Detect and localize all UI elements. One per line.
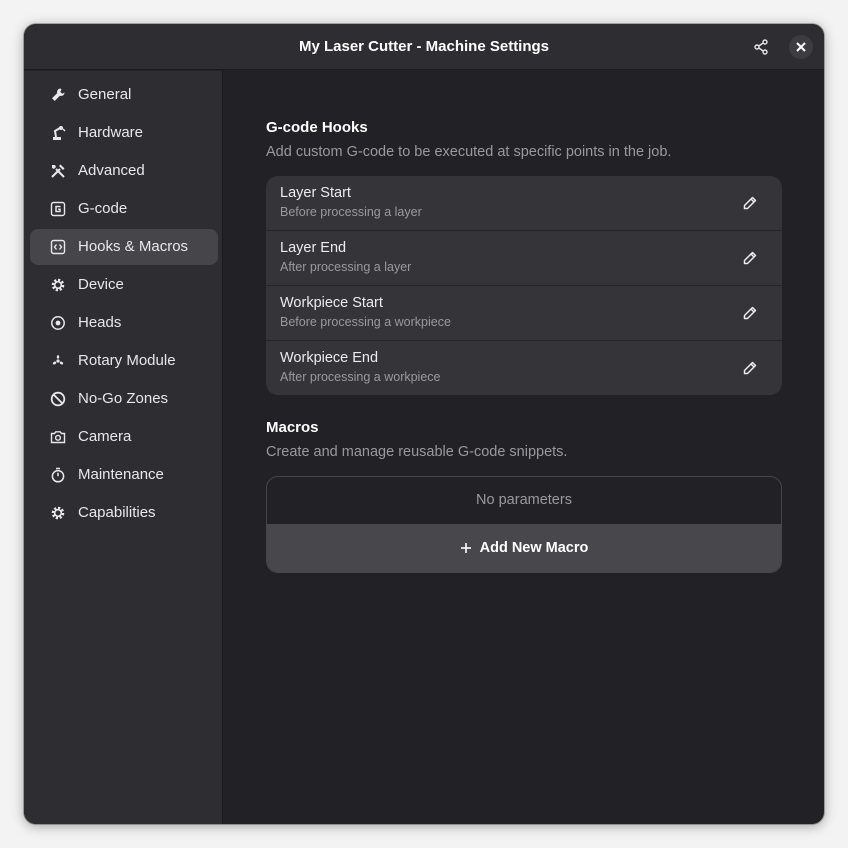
window-title: My Laser Cutter - Machine Settings: [298, 38, 550, 55]
hooks-list: Layer Start Before processing a layer La…: [266, 176, 782, 395]
sidebar-item-camera[interactable]: Camera: [30, 419, 218, 455]
hook-subtitle: After processing a layer: [280, 260, 412, 274]
code-brackets-icon: [50, 239, 66, 255]
macros-empty-text: No parameters: [476, 492, 572, 508]
share-icon: [754, 39, 768, 55]
sidebar-item-label: No-Go Zones: [78, 390, 169, 407]
edit-hook-button[interactable]: [740, 193, 760, 213]
add-new-macro-button[interactable]: Add New Macro: [267, 524, 781, 572]
hook-title: Layer Start: [280, 185, 351, 201]
hook-row-layer-start[interactable]: Layer Start Before processing a layer: [266, 176, 782, 231]
sidebar-item-label: General: [78, 86, 132, 103]
sidebar: General Hardware Advanced G-code Hooks &: [24, 71, 223, 824]
sidebar-item-rotary-module[interactable]: Rotary Module: [30, 343, 218, 379]
sidebar-item-label: Rotary Module: [78, 352, 176, 369]
sidebar-item-label: Hooks & Macros: [78, 238, 189, 255]
gear-icon: [50, 505, 66, 521]
pencil-icon: [743, 306, 757, 320]
stopwatch-icon: [50, 467, 66, 483]
sidebar-item-label: Heads: [78, 314, 122, 331]
hook-subtitle: Before processing a workpiece: [280, 315, 451, 329]
sidebar-item-maintenance[interactable]: Maintenance: [30, 457, 218, 493]
pencil-icon: [743, 196, 757, 210]
sidebar-item-gcode[interactable]: G-code: [30, 191, 218, 227]
hook-title: Workpiece Start: [280, 295, 383, 311]
share-button[interactable]: [749, 35, 773, 59]
rotary-icon: [50, 353, 66, 369]
macros-list: No parameters Add New Macro: [266, 476, 782, 573]
hook-title: Layer End: [280, 240, 347, 256]
sidebar-item-label: Advanced: [78, 162, 145, 179]
camera-icon: [50, 429, 66, 445]
pencil-icon: [743, 251, 757, 265]
edit-hook-button[interactable]: [740, 358, 760, 378]
gear-icon: [50, 277, 66, 293]
prohibited-icon: [50, 391, 66, 407]
macros-section-title: Macros: [266, 419, 319, 436]
target-icon: [50, 315, 66, 331]
hooks-section-title: G-code Hooks: [266, 119, 368, 136]
settings-window: My Laser Cutter - Machine Settings Gener…: [24, 24, 824, 824]
sidebar-item-hooks-macros[interactable]: Hooks & Macros: [30, 229, 218, 265]
sidebar-item-no-go-zones[interactable]: No-Go Zones: [30, 381, 218, 417]
pencil-icon: [743, 361, 757, 375]
sidebar-item-heads[interactable]: Heads: [30, 305, 218, 341]
sidebar-item-hardware[interactable]: Hardware: [30, 115, 218, 151]
gcode-icon: [50, 201, 66, 217]
wrench-icon: [50, 87, 66, 103]
title-bar[interactable]: My Laser Cutter - Machine Settings: [24, 24, 824, 70]
edit-hook-button[interactable]: [740, 303, 760, 323]
hook-row-workpiece-start[interactable]: Workpiece Start Before processing a work…: [266, 285, 782, 340]
close-icon: [796, 42, 806, 52]
sidebar-item-device[interactable]: Device: [30, 267, 218, 303]
sidebar-item-capabilities[interactable]: Capabilities: [30, 495, 218, 531]
hooks-section-description: Add custom G-code to be executed at spec…: [266, 144, 672, 160]
macros-section-description: Create and manage reusable G-code snippe…: [266, 444, 568, 460]
robot-arm-icon: [50, 125, 66, 141]
hook-subtitle: After processing a workpiece: [280, 370, 441, 384]
sidebar-item-label: Capabilities: [78, 504, 156, 521]
sidebar-item-label: Hardware: [78, 124, 144, 141]
tools-icon: [50, 163, 66, 179]
main-content: G-code Hooks Add custom G-code to be exe…: [224, 71, 824, 824]
sidebar-item-label: Camera: [78, 428, 132, 445]
sidebar-item-label: G-code: [78, 200, 128, 217]
edit-hook-button[interactable]: [740, 248, 760, 268]
hook-row-layer-end[interactable]: Layer End After processing a layer: [266, 230, 782, 285]
plus-icon: [460, 542, 472, 554]
sidebar-item-general[interactable]: General: [30, 77, 218, 113]
hook-subtitle: Before processing a layer: [280, 205, 422, 219]
sidebar-item-label: Device: [78, 276, 124, 293]
add-new-macro-label: Add New Macro: [479, 540, 589, 556]
sidebar-item-advanced[interactable]: Advanced: [30, 153, 218, 189]
close-button[interactable]: [789, 35, 813, 59]
hook-title: Workpiece End: [280, 350, 379, 366]
sidebar-item-label: Maintenance: [78, 466, 164, 483]
hook-row-workpiece-end[interactable]: Workpiece End After processing a workpie…: [266, 340, 782, 395]
